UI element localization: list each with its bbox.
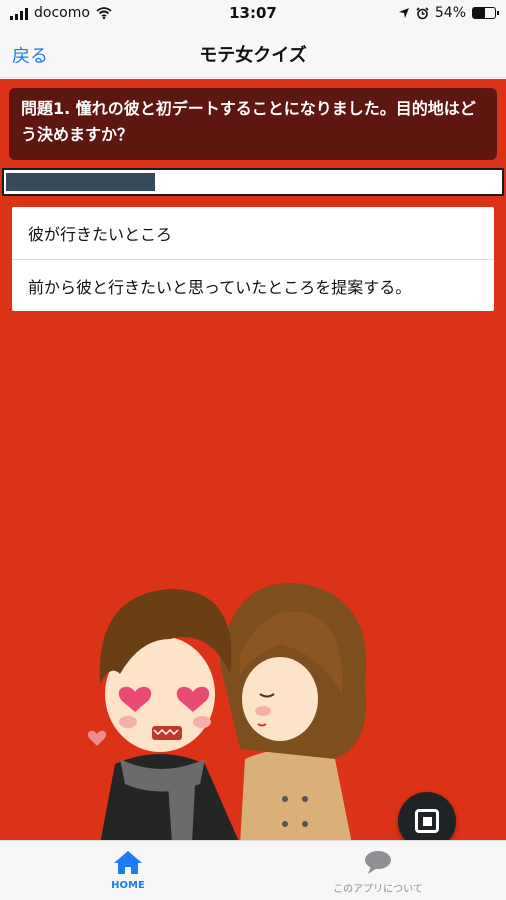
question-box: 問題1. 憧れの彼と初デートすることになりました。目的地はどう決めますか？ xyxy=(9,88,497,160)
tab-about-app[interactable]: このアプリについて xyxy=(318,849,438,895)
speech-bubble-icon xyxy=(365,851,391,874)
battery-fill xyxy=(473,8,485,18)
couple-illustration xyxy=(87,583,367,844)
page-title: モテ女クイズ xyxy=(199,45,307,66)
heart-icon xyxy=(87,730,107,746)
tab-bar: HOME このアプリについて xyxy=(0,840,506,900)
choice-list: 彼が行きたいところ 前から彼と行きたいと思っていたところを提案する。 xyxy=(12,207,494,311)
tab-home[interactable]: HOME xyxy=(68,849,188,891)
tab-about-label: このアプリについて xyxy=(333,884,423,895)
battery-percent: 54% xyxy=(434,5,466,21)
status-right: 54% xyxy=(398,5,499,21)
location-arrow-icon xyxy=(398,8,409,18)
tab-home-label: HOME xyxy=(111,880,145,891)
choice-option-1[interactable]: 彼が行きたいところ xyxy=(12,207,494,259)
stop-square-icon xyxy=(415,809,439,833)
home-icon xyxy=(114,851,142,874)
navigation-bar: 戻る モテ女クイズ xyxy=(0,28,506,78)
progress-fill xyxy=(6,173,156,191)
status-bar: docomo 13:07 54% xyxy=(0,0,506,28)
quiz-content: 問題1. 憧れの彼と初デートすることになりました。目的地はどう決めますか？ 彼が… xyxy=(0,79,506,850)
choice-option-2[interactable]: 前から彼と行きたいと思っていたところを提案する。 xyxy=(12,259,494,311)
alarm-icon xyxy=(416,6,429,19)
progress-bar xyxy=(2,168,504,196)
battery-icon xyxy=(472,7,499,19)
